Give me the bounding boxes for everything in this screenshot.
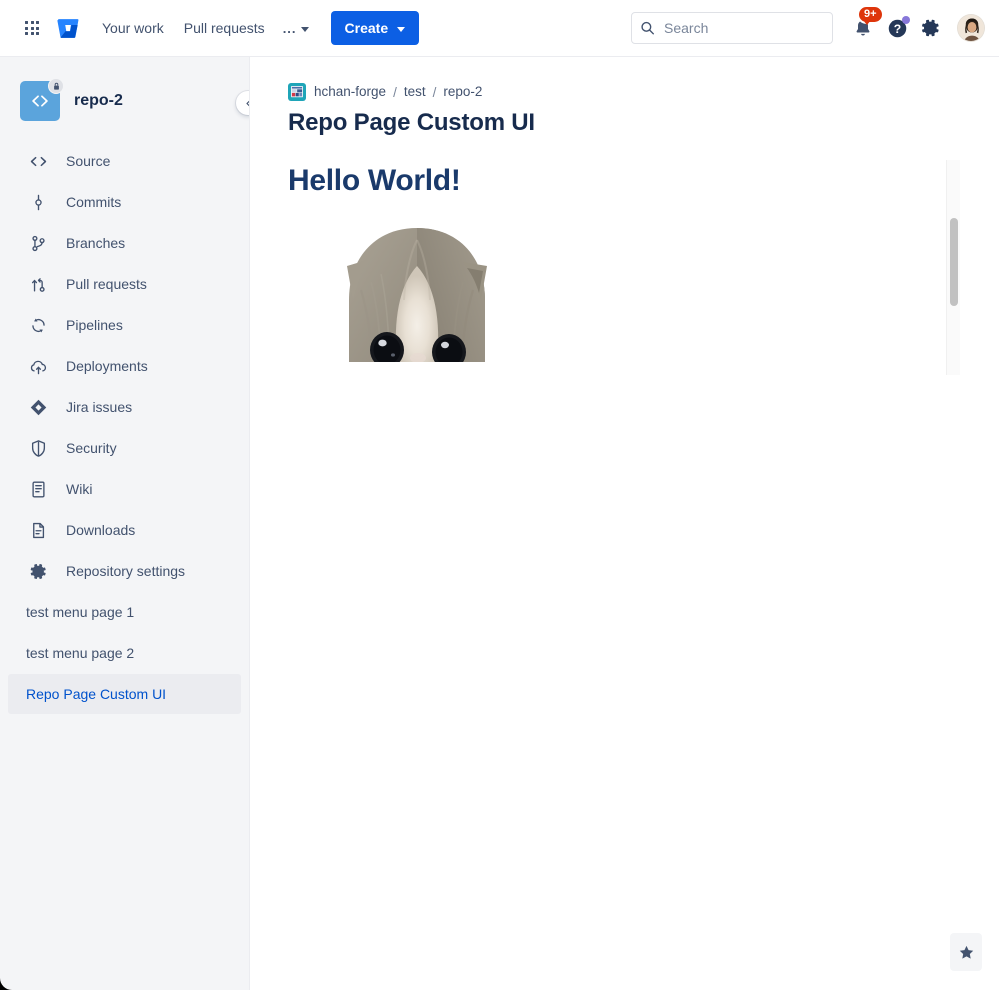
sidebar-item-label: Security — [66, 440, 117, 456]
sidebar-item-label: Repo Page Custom UI — [26, 686, 167, 702]
notifications-button[interactable]: 9+ — [847, 7, 882, 44]
search-input[interactable] — [631, 12, 833, 44]
user-avatar[interactable] — [957, 14, 985, 42]
sidebar-item-source[interactable]: Source — [8, 141, 241, 181]
sidebar-item-test-menu-page-2[interactable]: test menu page 2 — [8, 633, 241, 673]
help-button[interactable]: ? — [881, 12, 913, 44]
settings-button[interactable] — [915, 12, 947, 44]
nav-link-pull-requests[interactable]: Pull requests — [174, 12, 275, 44]
custom-ui-iframe: Hello World! — [288, 157, 999, 375]
sidebar-item-label: Pull requests — [66, 276, 147, 292]
custom-ui-scrollbar[interactable] — [946, 160, 960, 375]
breadcrumb-item-project[interactable]: test — [404, 84, 426, 100]
breadcrumb-separator: / — [393, 84, 397, 100]
topnav-right-group: 9+ ? — [631, 7, 999, 44]
sidebar-item-label: Source — [66, 153, 111, 169]
sidebar-item-repository-settings[interactable]: Repository settings — [8, 551, 241, 591]
chevron-down-icon — [397, 26, 406, 32]
nav-link-your-work[interactable]: Your work — [92, 12, 174, 44]
star-icon — [959, 945, 973, 959]
feedback-star-button[interactable] — [950, 933, 982, 971]
sidebar-item-pull-requests[interactable]: Pull requests — [8, 264, 241, 304]
sidebar-item-jira-issues[interactable]: Jira issues — [8, 387, 241, 427]
breadcrumb-item-workspace[interactable]: hchan-forge — [314, 84, 386, 100]
topnav-left-group: Your work Pull requests ... Create — [0, 11, 420, 45]
scrollbar-thumb[interactable] — [950, 218, 958, 306]
sidebar-item-label: Downloads — [66, 522, 136, 538]
sidebar-repo-header[interactable]: repo-2 — [0, 57, 249, 135]
repository-sidebar: repo-2 Source Commits Branches Pull requ… — [0, 57, 250, 990]
sidebar-item-wiki[interactable]: Wiki — [8, 469, 241, 509]
bitbucket-home-button[interactable] — [52, 12, 84, 44]
page-title: Repo Page Custom UI — [288, 109, 535, 136]
breadcrumb: hchan-forge / test / repo-2 — [250, 57, 999, 101]
wiki-icon — [26, 477, 50, 501]
private-lock-badge — [48, 78, 64, 94]
create-button[interactable]: Create — [330, 11, 420, 45]
repo-avatar — [20, 78, 64, 121]
sidebar-item-test-menu-page-1[interactable]: test menu page 1 — [8, 592, 241, 632]
lock-icon — [53, 82, 59, 90]
sidebar-item-label: Commits — [66, 194, 122, 210]
sidebar-item-label: Wiki — [66, 481, 93, 497]
breadcrumb-separator: / — [432, 84, 437, 100]
sidebar-item-label: Jira issues — [66, 399, 133, 415]
grid-menu-icon — [25, 21, 39, 35]
notification-badge: 9+ — [859, 7, 882, 25]
sidebar-item-deployments[interactable]: Deployments — [8, 346, 241, 386]
nav-more-menu-button[interactable]: ... — [275, 15, 317, 42]
downloads-icon — [26, 518, 50, 542]
global-navigation-bar: Your work Pull requests ... Create 9+ — [0, 0, 999, 57]
main-content-area: hchan-forge / test / repo-2 Repo Page Cu… — [250, 57, 999, 990]
source-icon — [26, 149, 50, 173]
sidebar-item-label: Branches — [66, 235, 126, 251]
create-button-label: Create — [344, 20, 389, 36]
breadcrumb-item-repo[interactable]: repo-2 — [443, 84, 482, 100]
jira-icon — [26, 395, 50, 419]
kitten-photo — [337, 222, 497, 362]
sidebar-item-label: test menu page 1 — [26, 604, 135, 620]
help-notification-dot — [902, 16, 910, 24]
svg-text:?: ? — [893, 21, 900, 35]
avatar-image — [958, 15, 984, 41]
custom-ui-heading: Hello World! — [288, 164, 461, 197]
gear-icon — [26, 559, 50, 583]
security-icon — [26, 436, 50, 460]
sidebar-item-label: Repository settings — [66, 563, 186, 579]
sidebar-item-branches[interactable]: Branches — [8, 223, 241, 263]
pipelines-icon — [26, 313, 50, 337]
sidebar-item-repo-page-custom-ui[interactable]: Repo Page Custom UI — [8, 674, 241, 714]
more-menu-label: ... — [282, 20, 297, 36]
branches-icon — [26, 231, 50, 255]
sidebar-item-label: test menu page 2 — [26, 645, 135, 661]
search-field-wrapper — [631, 12, 833, 44]
sidebar-item-label: Pipelines — [66, 317, 123, 333]
commits-icon — [26, 190, 50, 214]
sidebar-item-downloads[interactable]: Downloads — [8, 510, 241, 550]
pull-requests-icon — [26, 272, 50, 296]
repo-name-label: repo-2 — [74, 92, 123, 109]
app-switcher-button[interactable] — [16, 12, 48, 44]
sidebar-item-pipelines[interactable]: Pipelines — [8, 305, 241, 345]
sidebar-item-security[interactable]: Security — [8, 428, 241, 468]
sidebar-nav-list: Source Commits Branches Pull requests Pi… — [0, 135, 249, 714]
sidebar-item-commits[interactable]: Commits — [8, 182, 241, 222]
chevron-down-icon — [300, 26, 309, 32]
gear-icon — [922, 19, 939, 37]
deployments-icon — [26, 354, 50, 378]
chevron-left-icon — [245, 99, 249, 107]
sidebar-item-label: Deployments — [66, 358, 148, 374]
code-brackets-icon — [32, 95, 48, 107]
bitbucket-logo-icon — [57, 19, 79, 38]
workspace-avatar-icon — [288, 83, 306, 101]
